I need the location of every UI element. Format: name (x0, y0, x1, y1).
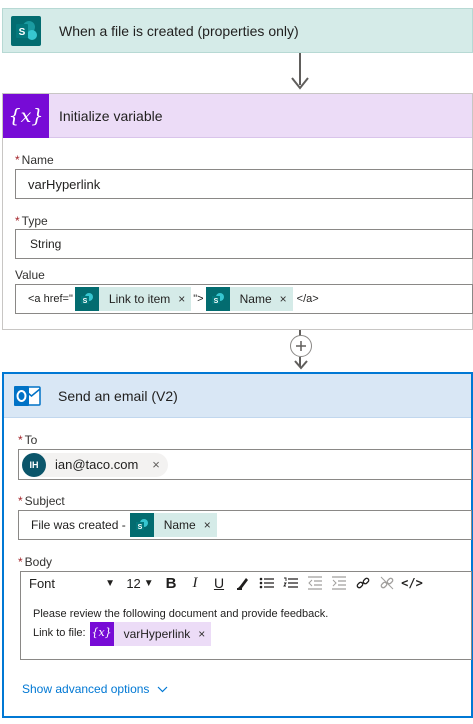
token-link-to-item[interactable]: S Link to item × (74, 287, 192, 311)
token-remove-icon[interactable]: × (198, 626, 211, 642)
initialize-variable-card[interactable]: {𝑥} Initialize variable * Name varHyperli… (2, 93, 473, 330)
token-label: varHyperlink (123, 626, 191, 641)
sharepoint-icon: S (74, 287, 99, 311)
italic-icon[interactable]: I (183, 572, 207, 594)
recipient-email: ian@taco.com (55, 457, 139, 472)
avatar: IH (22, 452, 46, 477)
subject-field[interactable]: File was created - S Name × (18, 510, 472, 540)
sharepoint-icon: S (205, 287, 230, 311)
show-advanced-options-link[interactable]: Show advanced options (22, 682, 168, 696)
bulleted-list-icon[interactable] (255, 572, 279, 594)
token-label: Name (239, 292, 272, 306)
body-line-2: Link to file: {𝑥} varHyperlink × (33, 621, 459, 646)
subject-prefix-text: File was created - (31, 518, 126, 532)
token-remove-icon[interactable]: × (280, 292, 293, 306)
code-view-icon[interactable]: </> (399, 572, 425, 594)
token-remove-icon[interactable]: × (178, 292, 191, 306)
font-family-select[interactable]: Font ▼ (21, 572, 121, 594)
svg-text:S: S (213, 298, 218, 305)
recipient-chip[interactable]: IH ian@taco.com × (22, 452, 168, 477)
link-icon[interactable] (351, 572, 375, 594)
variable-icon: {𝑥} (3, 93, 49, 138)
name-field[interactable]: varHyperlink (15, 169, 473, 199)
sharepoint-icon: S (129, 513, 154, 537)
remove-recipient-icon[interactable]: × (152, 457, 160, 472)
variable-icon: {𝑥} (89, 621, 114, 646)
name-label: * Name (15, 153, 54, 167)
trigger-title: When a file is created (properties only) (59, 23, 299, 39)
advanced-label: Show advanced options (22, 682, 150, 696)
caret-down-icon: ▼ (143, 577, 154, 589)
body-line-1: Please review the following document and… (33, 608, 329, 620)
arrow-down-icon (294, 360, 308, 370)
to-field[interactable]: IH ian@taco.com × (18, 449, 472, 480)
token-remove-icon[interactable]: × (204, 518, 217, 532)
trigger-header[interactable]: S When a file is created (properties onl… (3, 9, 472, 53)
size-value: 12 (126, 575, 141, 591)
subject-label: * Subject (18, 494, 65, 508)
font-size-select[interactable]: 12 ▼ (121, 572, 159, 594)
token-name[interactable]: S Name × (129, 513, 217, 537)
type-value: String (30, 237, 62, 251)
token-name[interactable]: S Name × (205, 287, 293, 311)
send-email-title: Send an email (V2) (58, 387, 178, 404)
unlink-icon[interactable] (375, 572, 399, 594)
chevron-down-icon (158, 686, 168, 692)
bold-icon[interactable]: B (159, 572, 183, 594)
token-varhyperlink[interactable]: {𝑥} varHyperlink × (89, 621, 212, 646)
send-email-header[interactable]: Send an email (V2) (4, 374, 471, 418)
body-label: * Body (18, 555, 53, 569)
value-suffix-text: </a> (296, 293, 319, 305)
send-email-card[interactable]: Send an email (V2) * To IH ian@taco.com ×… (2, 372, 473, 718)
init-variable-header[interactable]: {𝑥} Initialize variable (3, 93, 472, 138)
svg-text:S: S (137, 524, 142, 531)
type-select[interactable]: String (15, 229, 473, 259)
token-label: Name (163, 518, 196, 532)
value-label: Value (15, 268, 45, 282)
arrow-down-icon (291, 77, 309, 90)
outlook-icon (14, 385, 41, 406)
underline-icon[interactable]: U (207, 572, 231, 594)
highlight-pen-icon[interactable] (231, 572, 255, 594)
numbered-list-icon[interactable] (279, 572, 303, 594)
trigger-card[interactable]: S When a file is created (properties onl… (2, 8, 473, 53)
add-step-button[interactable] (290, 335, 312, 357)
svg-text:S: S (83, 298, 88, 305)
svg-text:S: S (19, 27, 26, 38)
to-label: * To (18, 433, 38, 447)
sharepoint-icon: S (11, 16, 41, 46)
increase-indent-icon[interactable] (327, 572, 351, 594)
init-variable-title: Initialize variable (59, 107, 163, 124)
value-field[interactable]: <a href=" S Link to item × "> S Name × <… (15, 284, 473, 314)
body-line-2-prefix: Link to file: (33, 627, 86, 640)
value-prefix-text: <a href=" (28, 293, 73, 305)
rich-text-toolbar: Font ▼ 12 ▼ B I U </> (20, 571, 472, 595)
value-mid-text: "> (193, 293, 204, 305)
body-editor[interactable]: Please review the following document and… (20, 594, 472, 660)
token-label: Link to item (108, 292, 171, 306)
caret-down-icon: ▼ (105, 577, 115, 589)
font-value: Font (29, 575, 56, 591)
type-label: * Type (15, 214, 48, 228)
decrease-indent-icon[interactable] (303, 572, 327, 594)
plus-icon (296, 341, 306, 351)
name-value: varHyperlink (28, 176, 101, 192)
